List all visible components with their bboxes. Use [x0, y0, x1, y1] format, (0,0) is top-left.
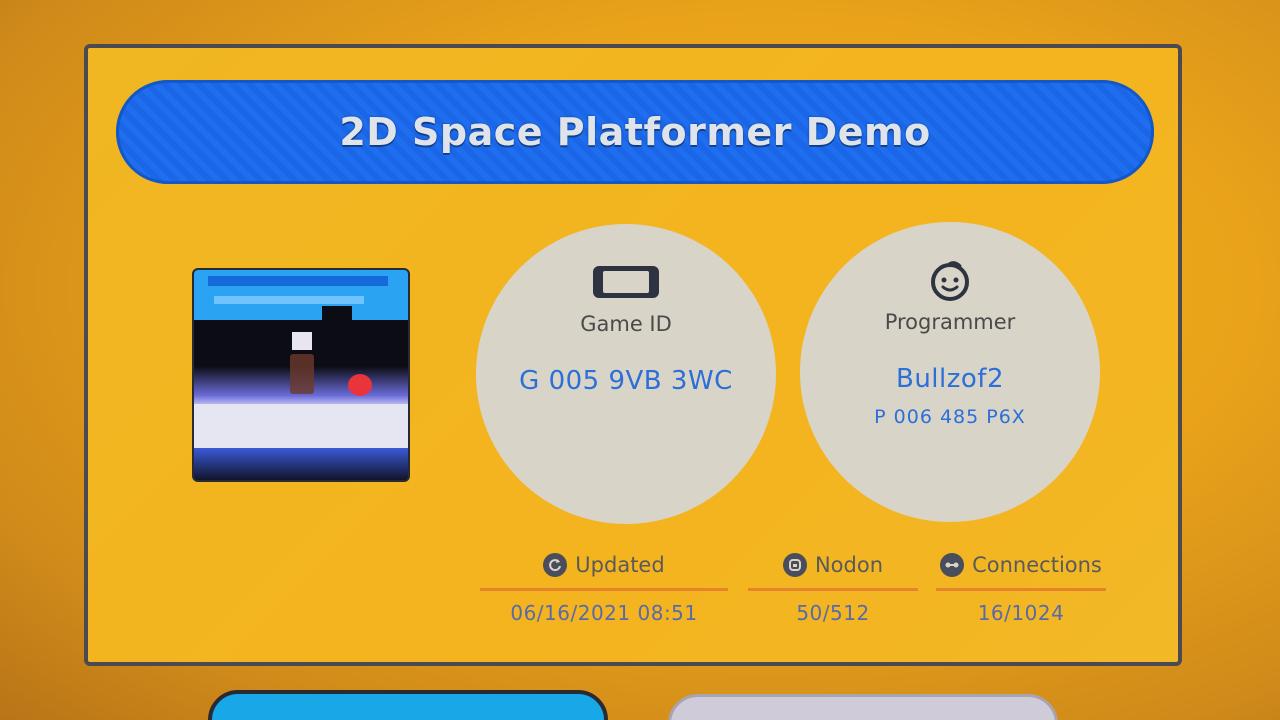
game-title: 2D Space Platformer Demo	[339, 110, 931, 154]
player-character	[290, 354, 314, 394]
game-id-value: G 005 9VB 3WC	[519, 366, 733, 396]
stat-value: 16/1024	[977, 601, 1065, 625]
stat-connections: Connections 16/1024	[936, 550, 1106, 625]
refresh-icon	[543, 553, 568, 577]
apple-sprite	[348, 374, 372, 396]
stat-value: 06/16/2021 08:51	[510, 601, 698, 625]
game-info-card: 2D Space Platformer Demo Game ID G 005 9…	[84, 44, 1182, 666]
stat-label: Updated	[575, 553, 665, 577]
title-banner: 2D Space Platformer Demo	[116, 80, 1154, 184]
smiley-face-icon	[914, 260, 986, 301]
game-id-panel: Game ID G 005 9VB 3WC	[476, 224, 776, 524]
game-thumbnail[interactable]	[192, 268, 410, 482]
connection-icon	[940, 553, 965, 577]
bottom-left-button[interactable]	[208, 690, 608, 720]
handheld-console-icon	[590, 262, 662, 302]
programmer-panel[interactable]: Programmer Bullzof2 P 006 485 P6X	[800, 222, 1100, 522]
divider	[936, 588, 1106, 591]
programmer-label: Programmer	[884, 310, 1016, 334]
bottom-right-button[interactable]	[668, 694, 1058, 720]
nodon-icon	[782, 553, 807, 577]
stat-value: 50/512	[796, 601, 870, 625]
programmer-name: Bullzof2	[895, 364, 1004, 394]
stat-nodon: Nodon 50/512	[748, 550, 918, 625]
programmer-id: P 006 485 P6X	[874, 406, 1026, 428]
stat-label: Connections	[972, 553, 1102, 577]
divider	[748, 588, 918, 591]
divider	[480, 588, 728, 591]
game-id-label: Game ID	[580, 312, 672, 336]
stat-label: Nodon	[814, 553, 884, 577]
stat-updated: Updated 06/16/2021 08:51	[480, 550, 728, 625]
